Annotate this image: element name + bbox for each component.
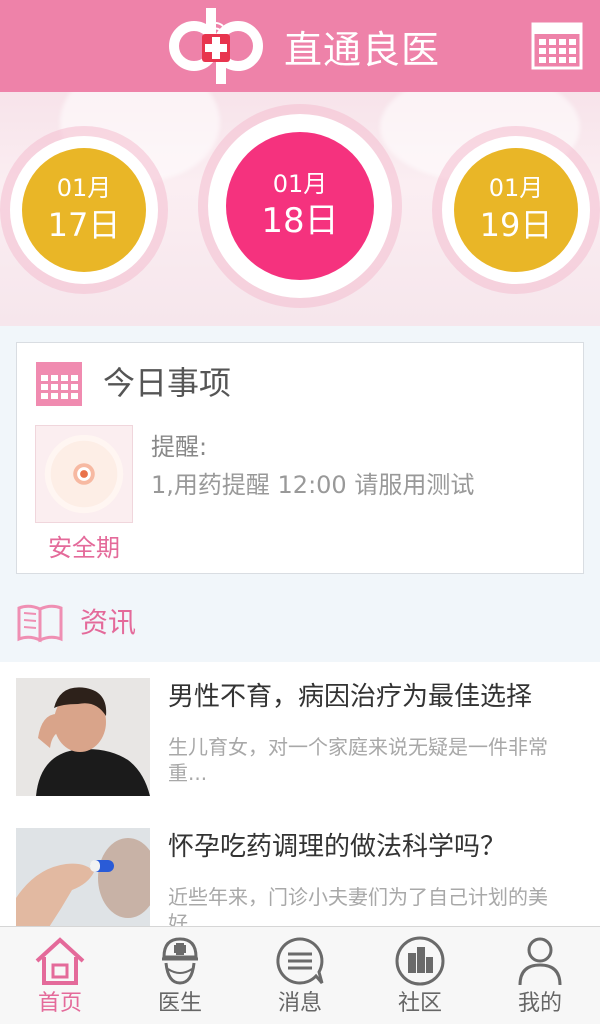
date-banner: 01月 17日 01月 18日 01月 19日 [0,92,600,326]
date-month: 01月 [272,170,328,198]
app-header: 直通良医 [0,0,600,92]
home-icon [35,937,85,985]
news-item[interactable]: 男性不育，病因治疗为最佳选择 生儿育女，对一个家庭来说无疑是一件非常重... [0,678,600,818]
date-month: 01月 [56,174,112,202]
cycle-status-label: 安全期 [48,534,120,562]
bottom-nav: 首页 医生 消息 社区 我的 [0,926,600,1024]
reminder-text: 1,用药提醒 12:00 请服用测试 [151,471,475,499]
date-item-prev[interactable]: 01月 17日 [10,136,158,284]
dp-medical-logo [169,8,263,84]
date-badge: 01月 18日 [226,132,374,280]
news-description: 近些年来，门诊小夫妻们为了自己计划的美好... [168,885,548,926]
today-card[interactable]: 今日事项 安全期 提醒: 1,用药提醒 12:00 请服用测试 [16,342,584,574]
nav-item-message[interactable]: 消息 [240,927,360,1024]
nav-item-community[interactable]: 社区 [360,927,480,1024]
nav-label: 医生 [157,991,202,1016]
news-thumbnail [16,828,150,926]
date-badge: 01月 19日 [454,148,578,272]
nav-item-doctor[interactable]: 医生 [120,927,240,1024]
news-description: 生儿育女，对一个家庭来说无疑是一件非常重... [168,735,548,785]
profile-icon [518,937,562,986]
nav-label: 首页 [37,991,82,1016]
today-title: 今日事项 [103,364,232,402]
date-item-current[interactable]: 01月 18日 [208,114,392,298]
message-icon [276,937,324,985]
date-day: 17日 [47,206,121,244]
news-thumbnail [16,678,150,796]
calendar-icon[interactable] [530,18,584,72]
book-icon [17,604,63,643]
date-day: 18日 [261,201,339,241]
doctor-icon [162,937,198,985]
reminder-title: 提醒: [151,433,208,461]
calendar-icon [36,362,82,406]
news-section-label: 资讯 [80,606,137,639]
nav-label: 社区 [397,991,442,1016]
news-section-header: 资讯 [0,590,600,662]
news-title: 男性不育，病因治疗为最佳选择 [168,682,533,712]
news-title: 怀孕吃药调理的做法科学吗？ [168,832,507,862]
safe-period-icon [35,425,133,523]
date-badge: 01月 17日 [22,148,146,272]
date-day: 19日 [479,206,553,244]
nav-label: 我的 [517,991,562,1016]
date-month: 01月 [488,174,544,202]
app-title: 直通良医 [284,28,441,72]
date-item-next[interactable]: 01月 19日 [442,136,590,284]
nav-label: 消息 [277,991,322,1016]
nav-item-profile[interactable]: 我的 [480,927,600,1024]
news-item[interactable]: 怀孕吃药调理的做法科学吗？ 近些年来，门诊小夫妻们为了自己计划的美好... [0,828,600,926]
nav-item-home[interactable]: 首页 [0,927,120,1024]
news-list: 男性不育，病因治疗为最佳选择 生儿育女，对一个家庭来说无疑是一件非常重... 怀… [0,662,600,926]
community-icon [395,936,445,986]
